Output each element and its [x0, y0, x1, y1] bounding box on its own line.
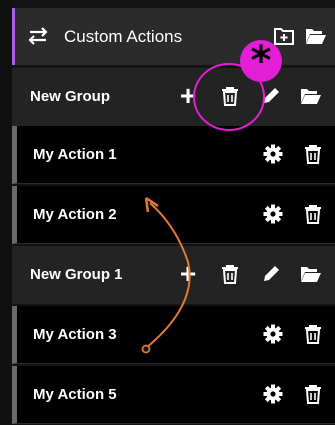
action-row[interactable]: My Action 2 — [12, 186, 335, 244]
trash-icon[interactable] — [301, 382, 325, 406]
pencil-icon[interactable] — [259, 262, 283, 286]
group-label: New Group 1 — [30, 266, 123, 283]
action-row[interactable]: My Action 5 — [12, 366, 335, 424]
panel-header: Custom Actions — [12, 8, 335, 65]
trash-icon[interactable] — [301, 322, 325, 346]
add-folder-icon[interactable] — [273, 25, 295, 47]
add-action-button[interactable]: + — [176, 260, 200, 288]
action-label: My Action 5 — [33, 386, 117, 403]
gear-icon[interactable] — [261, 202, 285, 226]
open-folder-icon[interactable] — [305, 25, 327, 47]
action-row[interactable]: My Action 3 — [12, 306, 335, 364]
trash-icon[interactable] — [301, 202, 325, 226]
group-row[interactable]: New Group + — [12, 68, 335, 126]
left-strip — [0, 0, 12, 425]
open-folder-icon[interactable] — [299, 84, 323, 108]
swap-arrows-icon[interactable] — [27, 25, 49, 47]
custom-actions-panel: Custom Actions New Group + My Action 1 M… — [0, 0, 335, 425]
panel-title: Custom Actions — [64, 27, 183, 46]
trash-icon[interactable] — [218, 262, 242, 286]
action-label: My Action 2 — [33, 206, 117, 223]
pencil-icon[interactable] — [259, 84, 283, 108]
trash-icon[interactable] — [301, 142, 325, 166]
group-row[interactable]: New Group 1 + — [12, 246, 335, 304]
gear-icon[interactable] — [261, 382, 285, 406]
action-label: My Action 3 — [33, 326, 117, 343]
action-row[interactable]: My Action 1 — [12, 126, 335, 184]
trash-icon[interactable] — [218, 84, 242, 108]
action-label: My Action 1 — [33, 146, 117, 163]
add-action-button[interactable]: + — [176, 82, 200, 110]
gear-icon[interactable] — [261, 142, 285, 166]
highlight-badge: * — [240, 40, 282, 82]
group-label: New Group — [30, 88, 111, 105]
gear-icon[interactable] — [261, 322, 285, 346]
open-folder-icon[interactable] — [299, 262, 323, 286]
